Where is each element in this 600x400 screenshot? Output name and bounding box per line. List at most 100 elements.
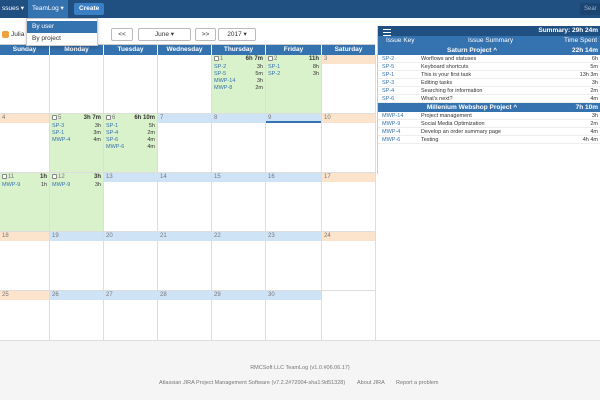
day-checkbox[interactable] xyxy=(2,173,7,179)
day-checkbox[interactable] xyxy=(52,114,57,120)
issue-key-link[interactable]: MWP-6 xyxy=(382,136,400,144)
calendar-day-cell[interactable]: 24 xyxy=(322,232,376,291)
worklog-issue-key[interactable]: SP-2 xyxy=(214,64,226,70)
worklog-issue-key[interactable]: MWP-14 xyxy=(214,78,235,84)
calendar-day-cell[interactable]: 8 xyxy=(212,114,266,173)
worklog-entry[interactable]: SP-1 5h xyxy=(104,123,157,130)
worklog-entry[interactable]: SP-5 5m xyxy=(212,71,265,78)
calendar-day-cell[interactable]: 3 xyxy=(322,55,376,114)
worklog-entry[interactable]: SP-2 3h xyxy=(266,71,321,78)
worklog-issue-key[interactable]: SP-2 xyxy=(268,71,280,77)
calendar-day-cell[interactable]: 28 xyxy=(158,291,212,341)
col-issue-summary[interactable]: Issue Summary xyxy=(468,36,513,46)
issues-menu[interactable]: ssues ▾ xyxy=(0,0,28,18)
calendar-day-cell[interactable]: 11 1h MWP-9 1h xyxy=(0,173,50,232)
issue-key-link[interactable]: SP-5 xyxy=(382,63,394,71)
worklog-entry[interactable]: SP-2 3h xyxy=(212,64,265,71)
user-chip[interactable]: Julia xyxy=(2,30,24,40)
calendar-day-cell[interactable]: 22 xyxy=(212,232,266,291)
calendar-day-cell[interactable]: 25 xyxy=(0,291,50,341)
worklog-entry[interactable]: SP-4 2m xyxy=(104,130,157,137)
calendar-day-cell[interactable]: 6 6h 10m SP-1 5h SP-4 2m SP-6 4m MWP-6 4m xyxy=(104,114,158,173)
calendar-day-cell[interactable]: 18 xyxy=(0,232,50,291)
issue-key-link[interactable]: SP-2 xyxy=(382,55,394,63)
worklog-issue-key[interactable]: MWP-6 xyxy=(106,144,124,150)
year-select[interactable]: 2017 ▾ xyxy=(218,28,256,41)
next-month-button[interactable]: >> xyxy=(195,28,216,41)
footer-jira-link[interactable]: Atlassian JIRA Project Management Softwa… xyxy=(159,380,345,386)
footer-report-link[interactable]: Report a problem xyxy=(396,380,439,386)
calendar-day-cell[interactable] xyxy=(104,55,158,114)
menu-item-by-user[interactable]: By user xyxy=(27,21,97,33)
worklog-issue-key[interactable]: SP-6 xyxy=(106,137,118,143)
issue-key-link[interactable]: SP-1 xyxy=(382,71,394,79)
issue-key-link[interactable]: SP-6 xyxy=(382,95,394,103)
issue-key-link[interactable]: SP-3 xyxy=(382,79,394,87)
worklog-issue-key[interactable]: SP-3 xyxy=(52,123,64,129)
worklog-entry[interactable]: SP-1 8h xyxy=(266,64,321,71)
project-header[interactable]: Millenium Webshop Project ^ 7h 10m xyxy=(378,103,600,112)
calendar-day-cell[interactable]: 9 xyxy=(266,114,322,173)
worklog-issue-key[interactable]: MWP-8 xyxy=(214,85,232,91)
prev-month-button[interactable]: << xyxy=(111,28,133,41)
worklog-entry[interactable]: SP-6 4m xyxy=(104,137,157,144)
menu-icon[interactable] xyxy=(383,27,391,36)
issue-key-link[interactable]: SP-4 xyxy=(382,87,394,95)
day-checkbox[interactable] xyxy=(268,55,273,61)
worklog-entry[interactable]: MWP-9 3h xyxy=(50,182,103,189)
day-checkbox[interactable] xyxy=(52,173,57,179)
month-select[interactable]: June ▾ xyxy=(138,28,191,41)
calendar-day-cell[interactable]: 19 xyxy=(50,232,104,291)
worklog-entry[interactable]: MWP-4 4m xyxy=(50,137,103,144)
calendar-day-cell[interactable]: 4 xyxy=(0,114,50,173)
issue-key-link[interactable]: MWP-9 xyxy=(382,120,400,128)
worklog-entry[interactable]: MWP-14 3h xyxy=(212,78,265,85)
worklog-issue-key[interactable]: SP-4 xyxy=(106,130,118,136)
calendar-day-cell[interactable]: 17 xyxy=(322,173,376,232)
footer-about-link[interactable]: About JIRA xyxy=(357,380,385,386)
calendar-day-cell[interactable]: 21 xyxy=(158,232,212,291)
worklog-issue-key[interactable]: MWP-4 xyxy=(52,137,70,143)
day-checkbox[interactable] xyxy=(214,55,219,61)
issue-key-link[interactable]: MWP-14 xyxy=(382,112,403,120)
calendar-day-cell[interactable]: 30 xyxy=(266,291,322,341)
create-button[interactable]: Create xyxy=(74,3,105,15)
project-header[interactable]: Saturn Project ^ 22h 14m xyxy=(378,46,600,55)
calendar-day-cell[interactable]: 13 xyxy=(104,173,158,232)
worklog-entry[interactable]: SP-3 3h xyxy=(50,123,103,130)
calendar-day-cell[interactable]: 26 xyxy=(50,291,104,341)
worklog-entry[interactable]: MWP-6 4m xyxy=(104,144,157,151)
calendar-day-cell[interactable]: 27 xyxy=(104,291,158,341)
worklog-issue-key[interactable]: MWP-9 xyxy=(2,182,20,188)
worklog-issue-key[interactable]: SP-1 xyxy=(52,130,64,136)
calendar-day-cell[interactable] xyxy=(158,55,212,114)
calendar-day-cell[interactable]: 10 xyxy=(322,114,376,173)
calendar-day-cell[interactable]: 5 3h 7m SP-3 3h SP-1 3m MWP-4 4m xyxy=(50,114,104,173)
calendar-day-cell[interactable]: 7 xyxy=(158,114,212,173)
calendar-day-cell[interactable]: 23 xyxy=(266,232,322,291)
issue-key-link[interactable]: MWP-4 xyxy=(382,128,400,136)
calendar-day-cell[interactable] xyxy=(322,291,376,341)
calendar-day-cell[interactable]: 15 xyxy=(212,173,266,232)
calendar-day-cell[interactable]: 20 xyxy=(104,232,158,291)
teamlog-menu[interactable]: TeamLog ▾ xyxy=(28,0,68,18)
calendar-day-cell[interactable]: 2 11h SP-1 8h SP-2 3h xyxy=(266,55,322,114)
col-issue-key[interactable]: Issue Key xyxy=(386,36,415,46)
search-input[interactable]: Sear xyxy=(580,3,600,15)
worklog-entry[interactable]: SP-1 3m xyxy=(50,130,103,137)
worklog-issue-key[interactable]: SP-5 xyxy=(214,71,226,77)
calendar-day-cell[interactable]: 1 6h 7m SP-2 3h SP-5 5m MWP-14 3h MWP-8 2m xyxy=(212,55,266,114)
worklog-entry[interactable]: MWP-8 2m xyxy=(212,85,265,92)
worklog-issue-key[interactable]: SP-1 xyxy=(106,123,118,129)
calendar-day-cell[interactable]: 29 xyxy=(212,291,266,341)
day-checkbox[interactable] xyxy=(106,114,111,120)
worklog-issue-key[interactable]: MWP-9 xyxy=(52,182,70,188)
col-time-spent[interactable]: Time Spent xyxy=(564,36,597,46)
calendar-day-cell[interactable] xyxy=(0,55,50,114)
calendar-day-cell[interactable] xyxy=(50,55,104,114)
worklog-issue-key[interactable]: SP-1 xyxy=(268,64,280,70)
calendar-day-cell[interactable]: 12 3h MWP-9 3h xyxy=(50,173,104,232)
calendar-day-cell[interactable]: 14 xyxy=(158,173,212,232)
worklog-entry[interactable]: MWP-9 1h xyxy=(0,182,49,189)
menu-item-by-project[interactable]: By project xyxy=(27,33,97,45)
